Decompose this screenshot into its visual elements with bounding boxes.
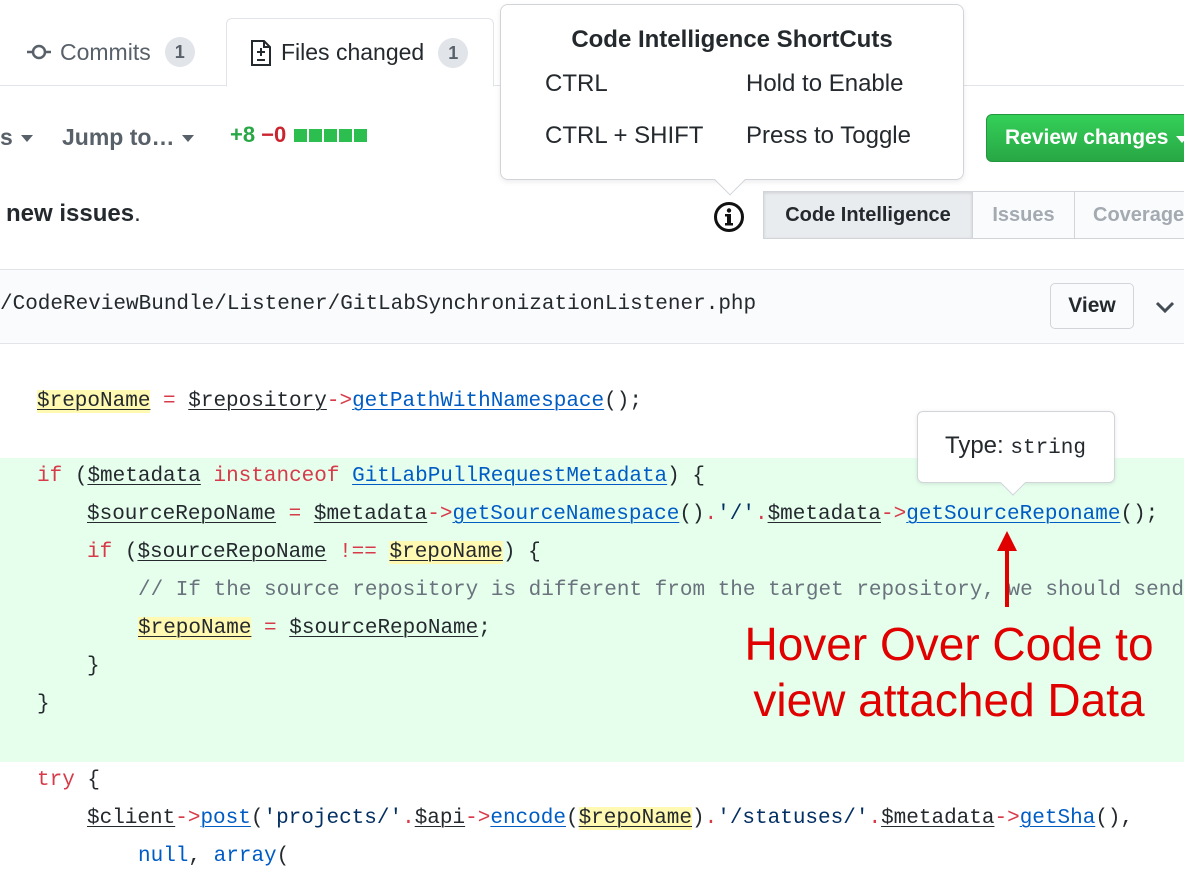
code-token[interactable]: getSourceNamespace xyxy=(452,503,679,526)
code-token[interactable]: getSourceReponame xyxy=(906,503,1120,526)
code-token: -> xyxy=(881,503,907,526)
type-tooltip-label: Type: xyxy=(945,432,1004,459)
code-token: if xyxy=(87,541,113,564)
annotation-text: Hover Over Code to view attached Data xyxy=(726,616,1172,728)
code-line: null, array( xyxy=(138,838,289,871)
code-comment: // If the source repository is different… xyxy=(138,579,1184,602)
code-token[interactable]: $metadata xyxy=(881,807,994,830)
code-token[interactable]: post xyxy=(200,807,250,830)
code-token[interactable]: $client xyxy=(87,807,175,830)
code-token: ; xyxy=(478,617,491,640)
annotation-line-1: Hover Over Code to xyxy=(744,618,1154,670)
code-token[interactable]: $repository xyxy=(188,390,327,413)
code-token: -> xyxy=(175,807,201,830)
code-token: . xyxy=(754,503,768,526)
code-token: () xyxy=(679,503,705,526)
code-token[interactable]: $api xyxy=(415,807,465,830)
code-line: $client->post('projects/'.$api->encode($… xyxy=(87,800,1133,838)
code-token[interactable]: $metadata xyxy=(768,503,881,526)
code-token: 'projects/' xyxy=(263,807,403,830)
code-token: ( xyxy=(112,541,138,564)
code-token: -> xyxy=(326,390,353,413)
code-token: ) { xyxy=(667,465,705,488)
code-token: (), xyxy=(1095,807,1134,830)
code-token[interactable]: GitLabPullRequestMetadata xyxy=(352,465,667,488)
code-token: null xyxy=(138,845,189,868)
code-token: ( xyxy=(276,845,290,868)
type-tooltip-value: string xyxy=(1010,437,1086,460)
code-token: ( xyxy=(62,465,88,488)
code-token: '/' xyxy=(717,503,755,526)
code-token: try xyxy=(37,769,75,792)
code-token: . xyxy=(868,807,882,830)
code-token[interactable]: $sourceRepoName xyxy=(87,503,276,526)
code-token: '/statuses/' xyxy=(717,807,869,830)
type-tooltip: Type: string xyxy=(917,411,1115,496)
code-token: (); xyxy=(1120,503,1159,526)
annotation-arrow-icon xyxy=(994,531,1020,607)
code-token: ( xyxy=(250,807,264,830)
code-token[interactable]: $repoName xyxy=(389,541,503,564)
code-token[interactable]: $sourceRepoName xyxy=(289,617,478,640)
code-token[interactable]: $metadata xyxy=(314,503,427,526)
code-token[interactable]: $sourceRepoName xyxy=(137,541,326,564)
code-token: -> xyxy=(427,503,453,526)
code-token: -> xyxy=(465,807,491,830)
code-line: $repoName = $repository->getPathWithName… xyxy=(37,383,642,421)
code-token[interactable]: encode xyxy=(490,807,566,830)
code-token: ) { xyxy=(502,541,541,564)
code-token: { xyxy=(74,769,101,792)
code-token[interactable]: $repoName xyxy=(578,807,692,830)
code-line: } xyxy=(37,693,50,716)
code-token: . xyxy=(704,807,718,830)
code-token[interactable]: getPathWithNamespace xyxy=(352,390,604,413)
code-token: instanceof xyxy=(200,465,353,488)
code-token: , xyxy=(188,845,214,868)
code-token: . xyxy=(402,807,415,830)
code-line: $repoName = $sourceRepoName; xyxy=(138,610,491,648)
code-token: if xyxy=(37,465,63,488)
code-token: !== xyxy=(326,541,390,564)
code-token: = xyxy=(150,390,189,413)
code-token[interactable]: $repoName xyxy=(37,390,151,413)
code-token: (); xyxy=(604,390,642,413)
code-token: . xyxy=(704,503,718,526)
code-token: -> xyxy=(994,807,1020,830)
code-token: = xyxy=(251,617,290,640)
code-token: array xyxy=(213,845,277,868)
code-token: = xyxy=(276,503,314,526)
code-line: if ($sourceRepoName !== $repoName) { xyxy=(87,534,541,572)
code-token: ( xyxy=(565,807,579,830)
code-token: ) xyxy=(692,807,705,830)
code-line: $sourceRepoName = $metadata->getSourceNa… xyxy=(87,496,1158,534)
code-token[interactable]: getSha xyxy=(1020,807,1096,830)
annotation-line-2: view attached Data xyxy=(753,674,1145,726)
code-line: try { xyxy=(37,762,100,800)
code-line: if ($metadata instanceof GitLabPullReque… xyxy=(37,458,705,496)
code-token[interactable]: $metadata xyxy=(87,465,200,488)
code-line: } xyxy=(87,655,100,678)
code-token[interactable]: $repoName xyxy=(138,617,252,640)
